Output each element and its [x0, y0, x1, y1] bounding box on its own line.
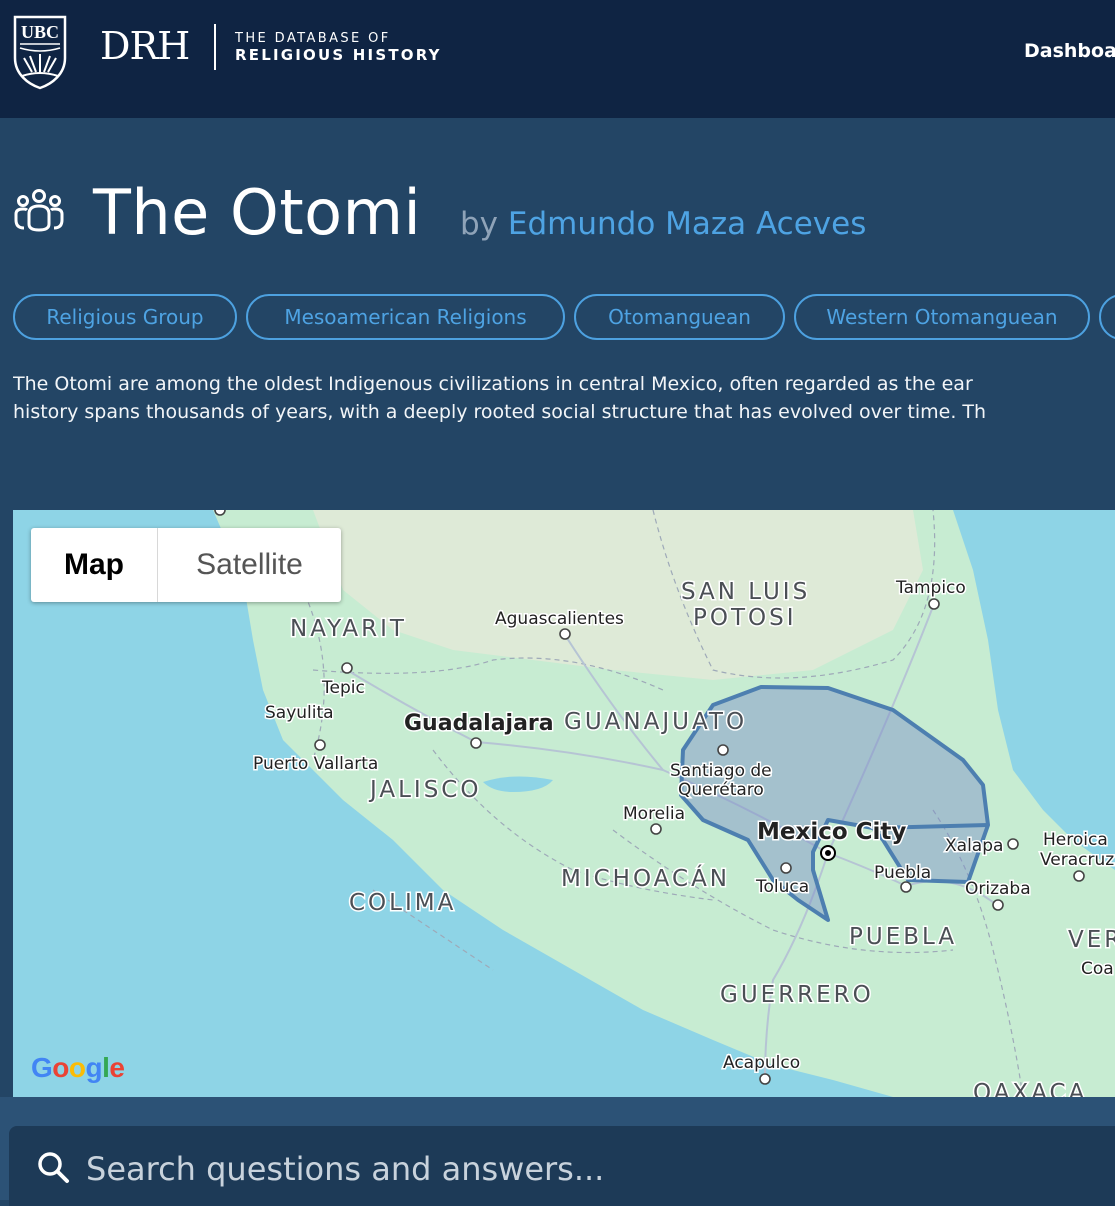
description-line-1: The Otomi are among the oldest Indigenou…: [13, 373, 973, 395]
google-letter-e: e: [109, 1052, 125, 1083]
ubc-crest-text: UBC: [21, 22, 59, 42]
map-type-toggle: Map Satellite: [31, 528, 341, 602]
drh-logo[interactable]: DRH: [100, 24, 190, 68]
label-coa: Coa: [1081, 959, 1114, 979]
logo-subtitle-line2: RELIGIOUS HISTORY: [235, 46, 442, 64]
label-toluca: Toluca: [755, 877, 809, 897]
tag-mesoamerican-religions[interactable]: Mesoamerican Religions: [246, 294, 565, 340]
satellite-tab-button[interactable]: Satellite: [158, 528, 341, 602]
map-tab-button[interactable]: Map: [31, 528, 157, 602]
by-label: by: [460, 206, 499, 242]
label-puerto-vallarta: Puerto Vallarta: [253, 754, 378, 774]
search-icon[interactable]: [36, 1150, 70, 1184]
label-santiago-2: Querétaro: [678, 780, 764, 800]
label-sayulita: Sayulita: [265, 703, 334, 723]
label-nayarit: NAYARIT: [290, 616, 407, 642]
google-letter-g: G: [31, 1052, 53, 1083]
mexico-city-marker-dot: [825, 850, 831, 856]
label-xalapa: Xalapa: [945, 836, 1003, 856]
label-acapulco: Acapulco: [723, 1053, 800, 1073]
label-heroica-1: Heroica: [1043, 830, 1108, 850]
label-ver: VER: [1068, 927, 1115, 953]
label-guadalajara: Guadalajara: [404, 711, 554, 736]
label-tepic: Tepic: [321, 678, 365, 698]
ubc-crest-icon[interactable]: UBC: [12, 14, 68, 90]
logo-subtitle-line1: THE DATABASE OF: [235, 31, 391, 46]
label-orizaba: Orizaba: [965, 879, 1031, 899]
author-link[interactable]: Edmundo Maza Aceves: [508, 206, 866, 242]
tag-otomanguean[interactable]: Otomanguean: [574, 294, 785, 340]
top-navigation-bar: UBC DRH THE DATABASE OF RELIGIOUS HISTOR…: [0, 0, 1115, 118]
religious-group-icon: [14, 189, 64, 232]
label-santiago-1: Santiago de: [670, 761, 772, 781]
label-puebla-city: Puebla: [874, 863, 931, 883]
google-letter-o2: o: [68, 1052, 86, 1083]
author-line: by Edmundo Maza Aceves: [460, 206, 866, 242]
logo-subtitle: THE DATABASE OF RELIGIOUS HISTORY: [235, 30, 442, 64]
google-logo: Google: [31, 1052, 125, 1084]
label-tampico: Tampico: [895, 578, 966, 598]
tag-partial[interactable]: [1099, 294, 1115, 340]
region-map[interactable]: NAYARIT SAN LUIS POTOSI GUANAJUATO JALIS…: [13, 510, 1115, 1097]
label-mexico-city: Mexico City: [757, 819, 906, 845]
google-letter-g2: g: [85, 1052, 103, 1083]
label-colima: COLIMA: [349, 890, 456, 916]
page-title: The Otomi: [93, 176, 422, 249]
label-heroica-2: Veracruz: [1040, 850, 1114, 870]
tag-list: Religious Group Mesoamerican Religions O…: [13, 294, 1115, 340]
label-guerrero: GUERRERO: [720, 982, 874, 1008]
label-san-luis-1: SAN LUIS: [681, 579, 810, 605]
label-morelia: Morelia: [623, 804, 685, 824]
label-guanajuato: GUANAJUATO: [564, 709, 747, 735]
label-michoacan: MICHOACÁN: [561, 864, 730, 892]
label-oaxaca: OAXACA: [973, 1080, 1087, 1097]
label-aguascalientes: Aguascalientes: [495, 609, 624, 629]
label-san-luis-2: POTOSI: [693, 605, 797, 631]
logo-divider: [214, 24, 216, 70]
tag-western-otomanguean[interactable]: Western Otomanguean: [794, 294, 1090, 340]
google-letter-o1: o: [52, 1052, 69, 1083]
nav-dashboard-link[interactable]: Dashboa: [1024, 40, 1115, 62]
description-line-2: history spans thousands of years, with a…: [13, 401, 987, 423]
entry-description: The Otomi are among the oldest Indigenou…: [13, 370, 1115, 426]
search-input[interactable]: [84, 1140, 1088, 1198]
tag-religious-group[interactable]: Religious Group: [13, 294, 237, 340]
label-puebla: PUEBLA: [849, 924, 957, 950]
label-jalisco: JALISCO: [368, 777, 481, 803]
